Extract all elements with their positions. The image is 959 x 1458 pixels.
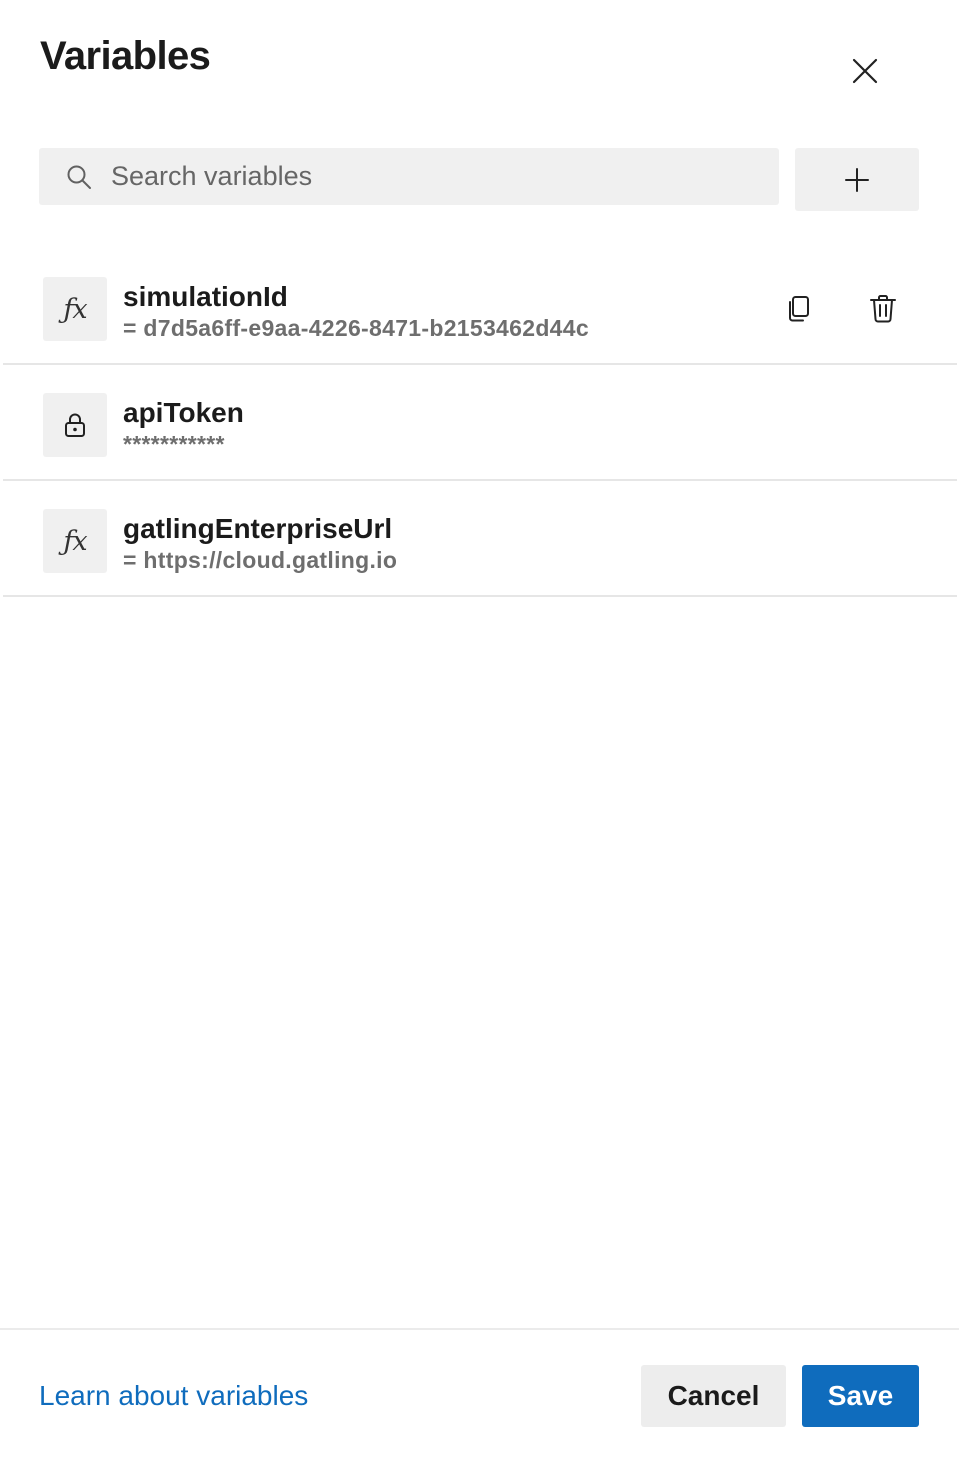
close-icon <box>852 58 878 84</box>
variables-dialog: Variables ƒx simulationId = d7d5a6ff-e9a… <box>0 0 959 1458</box>
variable-row[interactable]: ƒx simulationId = d7d5a6ff-e9aa-4226-847… <box>3 249 957 365</box>
variable-value: = https://cloud.gatling.io <box>123 547 398 573</box>
variable-name: simulationId <box>123 281 288 312</box>
dialog-title: Variables <box>40 34 211 78</box>
trash-icon <box>870 295 896 323</box>
variable-type-badge: ƒx <box>43 277 107 341</box>
variable-type-badge <box>43 393 107 457</box>
dialog-footer: Learn about variables Cancel Save <box>0 1328 959 1458</box>
fx-icon: ƒx <box>63 525 87 557</box>
fx-icon: ƒx <box>63 293 87 325</box>
plus-icon <box>845 167 869 192</box>
variable-type-badge: ƒx <box>43 509 107 573</box>
learn-about-variables-link[interactable]: Learn about variables <box>39 1380 308 1412</box>
search-box[interactable] <box>39 148 779 205</box>
cancel-button[interactable]: Cancel <box>641 1365 786 1427</box>
copy-variable-button[interactable] <box>779 289 819 329</box>
variable-value: *********** <box>123 431 225 457</box>
variable-name: gatlingEnterpriseUrl <box>123 513 393 544</box>
variable-name: apiToken <box>123 397 244 428</box>
add-variable-button[interactable] <box>795 148 919 211</box>
search-input[interactable] <box>111 151 771 202</box>
lock-icon <box>65 413 85 437</box>
delete-variable-button[interactable] <box>863 289 903 329</box>
search-icon <box>66 164 92 190</box>
variable-value: = d7d5a6ff-e9aa-4226-8471-b2153462d44c <box>123 315 589 341</box>
copy-icon <box>789 296 809 322</box>
save-button[interactable]: Save <box>802 1365 919 1427</box>
variable-row[interactable]: ƒx gatlingEnterpriseUrl = https://cloud.… <box>3 481 957 597</box>
variable-list: ƒx simulationId = d7d5a6ff-e9aa-4226-847… <box>3 249 957 597</box>
variable-row[interactable]: apiToken *********** <box>3 365 957 481</box>
close-button[interactable] <box>842 48 888 94</box>
